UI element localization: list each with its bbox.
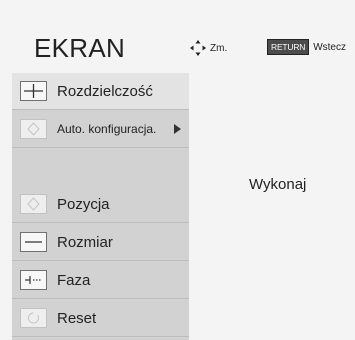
menu-item-faza[interactable]: Faza: [12, 262, 189, 299]
menu-item-label: Reset: [57, 309, 97, 327]
return-key-badge[interactable]: RETURN: [267, 39, 310, 55]
header: EKRAN Zm. RETURN Wstecz: [0, 0, 355, 68]
return-hint[interactable]: RETURN Wstecz: [267, 39, 346, 55]
phase-icon: [20, 270, 47, 290]
settings-menu: Rozdzielczość Auto. konfiguracja. Pozycj…: [12, 73, 189, 340]
return-hint-label: Wstecz: [313, 41, 346, 53]
navigation-hint-label: Zm.: [210, 42, 228, 54]
menu-item-auto-konfiguracja[interactable]: Auto. konfiguracja.: [12, 111, 189, 148]
menu-item-reset[interactable]: Reset: [12, 300, 189, 337]
menu-item-label: Faza: [57, 271, 91, 289]
menu-item-rozmiar[interactable]: Rozmiar: [12, 224, 189, 261]
reset-icon: [20, 308, 47, 328]
page-title: EKRAN: [34, 33, 126, 63]
menu-item-pozycja[interactable]: Pozycja: [12, 186, 189, 223]
crosshair-icon: [20, 81, 47, 101]
osd-screen: EKRAN Zm. RETURN Wstecz Rozdzielczość Au…: [0, 0, 355, 340]
position-icon: [20, 194, 47, 214]
execute-button[interactable]: Wykonaj: [249, 176, 306, 193]
size-icon: [20, 232, 47, 252]
menu-item-rozdzielczosc[interactable]: Rozdzielczość: [12, 73, 189, 110]
navigation-hint: Zm.: [190, 40, 227, 56]
four-way-arrow-icon: [190, 40, 206, 56]
menu-item-label: Pozycja: [57, 195, 110, 213]
auto-config-icon: [20, 119, 47, 139]
detail-panel: Wykonaj: [189, 73, 355, 340]
menu-item-label: Rozmiar: [57, 233, 113, 251]
menu-item-label: Auto. konfiguracja.: [57, 122, 157, 136]
submenu-arrow-icon: [174, 124, 181, 134]
menu-item-label: Rozdzielczość: [57, 82, 153, 100]
